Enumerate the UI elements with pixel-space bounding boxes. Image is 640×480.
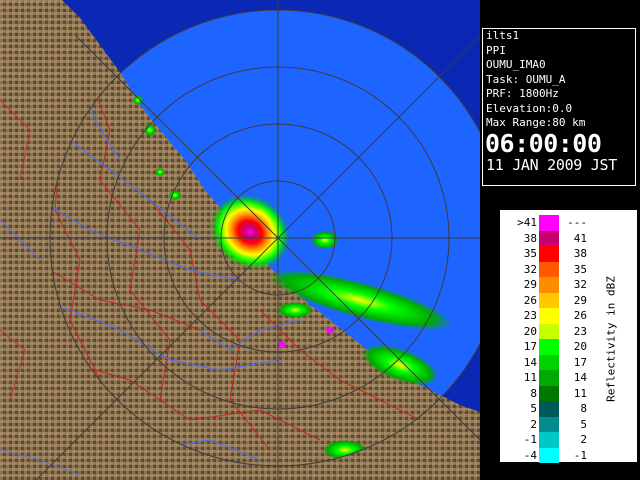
legend-low-label: 38 <box>523 231 537 245</box>
legend-low-label: 2 <box>530 417 537 431</box>
legend-color-swatch <box>539 292 559 308</box>
info-panel: ilts1 PPI OUMU_IMA0 Task: OUMU_A PRF: 18… <box>480 0 640 480</box>
legend-high-label: 2 <box>580 433 587 447</box>
radar-ppi-display <box>0 0 480 480</box>
legend-row: 17 20 <box>507 339 591 355</box>
task-name: Task: OUMU_A <box>486 72 566 86</box>
legend-low-label: >41 <box>517 216 537 230</box>
echo-coast-1 <box>277 302 313 318</box>
legend-color-swatch <box>539 354 559 370</box>
legend-row: -1 2 <box>507 432 591 448</box>
legend-color-swatch <box>539 339 559 355</box>
legend-row: 35 38 <box>507 246 591 262</box>
legend-high-label: 32 <box>573 278 587 292</box>
legend-high-label: 20 <box>573 340 587 354</box>
legend-color-swatch <box>539 246 559 262</box>
legend-row: 29 32 <box>507 277 591 293</box>
legend-high-label: 35 <box>573 262 587 276</box>
legend-low-label: 32 <box>523 262 537 276</box>
legend-row: 14 17 <box>507 354 591 370</box>
legend-low-label: 35 <box>523 247 537 261</box>
legend-low-label: 8 <box>530 386 537 400</box>
legend-color-swatch <box>539 401 559 417</box>
legend-high-label: 5 <box>580 417 587 431</box>
legend-high-label: 14 <box>573 371 587 385</box>
legend-scale: >41 --- 38 41 35 38 32 35 29 32 26 29 23 26 20 23 17 20 14… <box>507 215 591 463</box>
echo-coast-5 <box>155 168 165 176</box>
elevation-value: Elevation:0.0 <box>486 101 573 115</box>
echo-magenta-spot-1 <box>278 342 286 348</box>
observation-date: 11 JAN 2009 JST <box>486 155 617 174</box>
legend-high-label: 17 <box>573 355 587 369</box>
legend-row: -4 -1 <box>507 447 591 463</box>
legend-low-label: 14 <box>523 355 537 369</box>
legend-color-swatch <box>539 416 559 432</box>
legend-color-swatch <box>539 261 559 277</box>
legend-color-swatch <box>539 277 559 293</box>
legend-high-label: 8 <box>580 402 587 416</box>
observation-time: 06:00:00 <box>485 128 602 158</box>
product-type: PPI <box>486 43 506 57</box>
legend-row: >41 --- <box>507 215 591 231</box>
legend-low-label: 29 <box>523 278 537 292</box>
legend-color-swatch <box>539 385 559 401</box>
legend-row: 26 29 <box>507 292 591 308</box>
legend-row: 8 11 <box>507 385 591 401</box>
legend-color-swatch <box>539 370 559 386</box>
legend-low-label: 26 <box>523 293 537 307</box>
legend-row: 38 41 <box>507 230 591 246</box>
legend-high-label: 11 <box>573 386 587 400</box>
legend-color-swatch <box>539 447 559 463</box>
legend-row: 11 14 <box>507 370 591 386</box>
legend-high-label: 23 <box>573 324 587 338</box>
legend-color-swatch <box>539 215 559 231</box>
legend-row: 20 23 <box>507 323 591 339</box>
legend-title-text: Reflectivity in dBZ <box>604 276 618 402</box>
legend-low-label: 5 <box>530 402 537 416</box>
echo-coast-3 <box>133 95 143 105</box>
legend-low-label: 11 <box>523 371 537 385</box>
legend-low-label: 23 <box>523 309 537 323</box>
legend-row: 58 <box>507 401 591 417</box>
legend-low-label: 17 <box>523 340 537 354</box>
legend-low-label: -1 <box>523 433 537 447</box>
reflectivity-legend: >41 --- 38 41 35 38 32 35 29 32 26 29 23 26 20 23 17 20 14… <box>500 210 637 463</box>
legend-color-swatch <box>539 323 559 339</box>
legend-high-label: 38 <box>573 247 587 261</box>
legend-high-label: --- <box>567 216 587 230</box>
radar-map[interactable] <box>0 0 480 480</box>
legend-low-label: 20 <box>523 324 537 338</box>
legend-low-label: -4 <box>523 448 537 462</box>
legend-color-swatch <box>539 308 559 324</box>
legend-color-swatch <box>539 230 559 246</box>
radar-info-box: ilts1 PPI OUMU_IMA0 Task: OUMU_A PRF: 18… <box>482 28 636 186</box>
legend-color-swatch <box>539 432 559 448</box>
legend-high-label: 29 <box>573 293 587 307</box>
legend-title: Reflectivity in dBZ <box>596 234 626 444</box>
echo-magenta-spot-2 <box>326 327 334 333</box>
site-name: OUMU_IMA0 <box>486 58 546 71</box>
legend-high-label: 26 <box>573 309 587 323</box>
legend-high-label: -1 <box>573 448 587 462</box>
legend-row: 23 26 <box>507 308 591 324</box>
station-name: ilts1 <box>486 29 520 42</box>
legend-high-label: 41 <box>573 231 587 245</box>
legend-row: 32 35 <box>507 261 591 277</box>
legend-row: 25 <box>507 416 591 432</box>
prf-value: PRF: 1800Hz <box>486 87 559 100</box>
